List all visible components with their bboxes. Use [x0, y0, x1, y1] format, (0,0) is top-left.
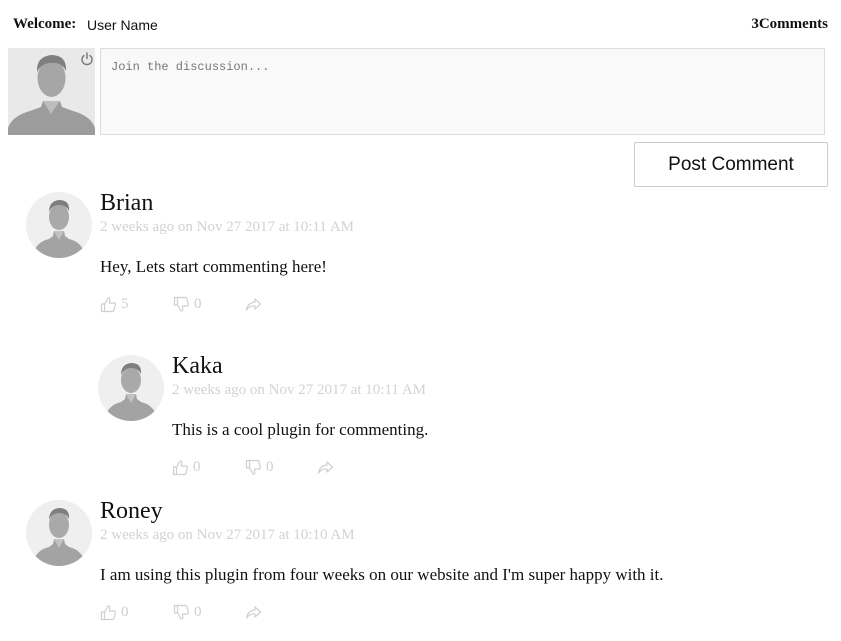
- comment-item: Roney 2 weeks ago on Nov 27 2017 at 10:1…: [26, 498, 806, 625]
- like-button[interactable]: 5: [100, 296, 136, 314]
- thumbs-down-icon: [173, 296, 189, 312]
- comment-author: Brian: [100, 190, 154, 216]
- comment-text: I am using this plugin from four weeks o…: [100, 565, 664, 584]
- comment-count: 3Comments: [751, 16, 828, 33]
- comment-input[interactable]: [100, 48, 825, 135]
- user-avatar-icon: [104, 363, 158, 421]
- dislike-button[interactable]: 0: [173, 604, 209, 622]
- commenter-avatar: [26, 192, 92, 258]
- thumbs-down-icon: [173, 604, 189, 620]
- thumbs-up-icon: [100, 605, 116, 621]
- comment-text: This is a cool plugin for commenting.: [172, 420, 429, 439]
- reply-button[interactable]: [245, 604, 265, 622]
- thumbs-up-icon: [100, 297, 116, 313]
- user-avatar-icon: [32, 508, 86, 566]
- comment-timestamp: 2 weeks ago on Nov 27 2017 at 10:10 AM: [100, 527, 355, 543]
- dislike-button[interactable]: 0: [173, 296, 209, 314]
- power-icon[interactable]: [80, 52, 94, 66]
- reply-button[interactable]: [317, 459, 337, 477]
- comment-item: Kaka 2 weeks ago on Nov 27 2017 at 10:11…: [98, 353, 798, 480]
- like-count: 0: [121, 604, 129, 620]
- comment-author: Kaka: [172, 353, 223, 379]
- like-button[interactable]: 0: [100, 604, 136, 622]
- share-arrow-icon: [317, 461, 334, 474]
- post-comment-button[interactable]: Post Comment: [634, 142, 828, 187]
- comment-item: Brian 2 weeks ago on Nov 27 2017 at 10:1…: [26, 190, 726, 317]
- like-count: 5: [121, 296, 129, 312]
- comment-count-label: Comments: [758, 16, 828, 32]
- commenter-avatar: [26, 500, 92, 566]
- dislike-count: 0: [194, 604, 202, 620]
- comment-timestamp: 2 weeks ago on Nov 27 2017 at 10:11 AM: [172, 382, 427, 398]
- reply-button[interactable]: [245, 296, 265, 314]
- comment-count-number: 3: [751, 16, 759, 32]
- thumbs-up-icon: [172, 460, 188, 476]
- share-arrow-icon: [245, 606, 262, 619]
- comment-actions: 0 0: [100, 604, 280, 622]
- dislike-count: 0: [194, 296, 202, 312]
- share-arrow-icon: [245, 298, 262, 311]
- like-button[interactable]: 0: [172, 459, 208, 477]
- comment-text: Hey, Lets start commenting here!: [100, 257, 327, 276]
- user-avatar-icon: [32, 200, 86, 258]
- thumbs-down-icon: [245, 459, 261, 475]
- welcome-label: Welcome:: [13, 16, 77, 32]
- comments-header: Welcome: User Name 3Comments: [13, 16, 828, 36]
- comment-timestamp: 2 weeks ago on Nov 27 2017 at 10:11 AM: [100, 219, 355, 235]
- comment-actions: 0 0: [172, 459, 352, 477]
- dislike-count: 0: [266, 459, 274, 475]
- commenter-avatar: [98, 355, 164, 421]
- comment-actions: 5 0: [100, 296, 280, 314]
- comment-author: Roney: [100, 498, 163, 524]
- user-name: User Name: [87, 17, 158, 33]
- like-count: 0: [193, 459, 201, 475]
- dislike-button[interactable]: 0: [245, 459, 281, 477]
